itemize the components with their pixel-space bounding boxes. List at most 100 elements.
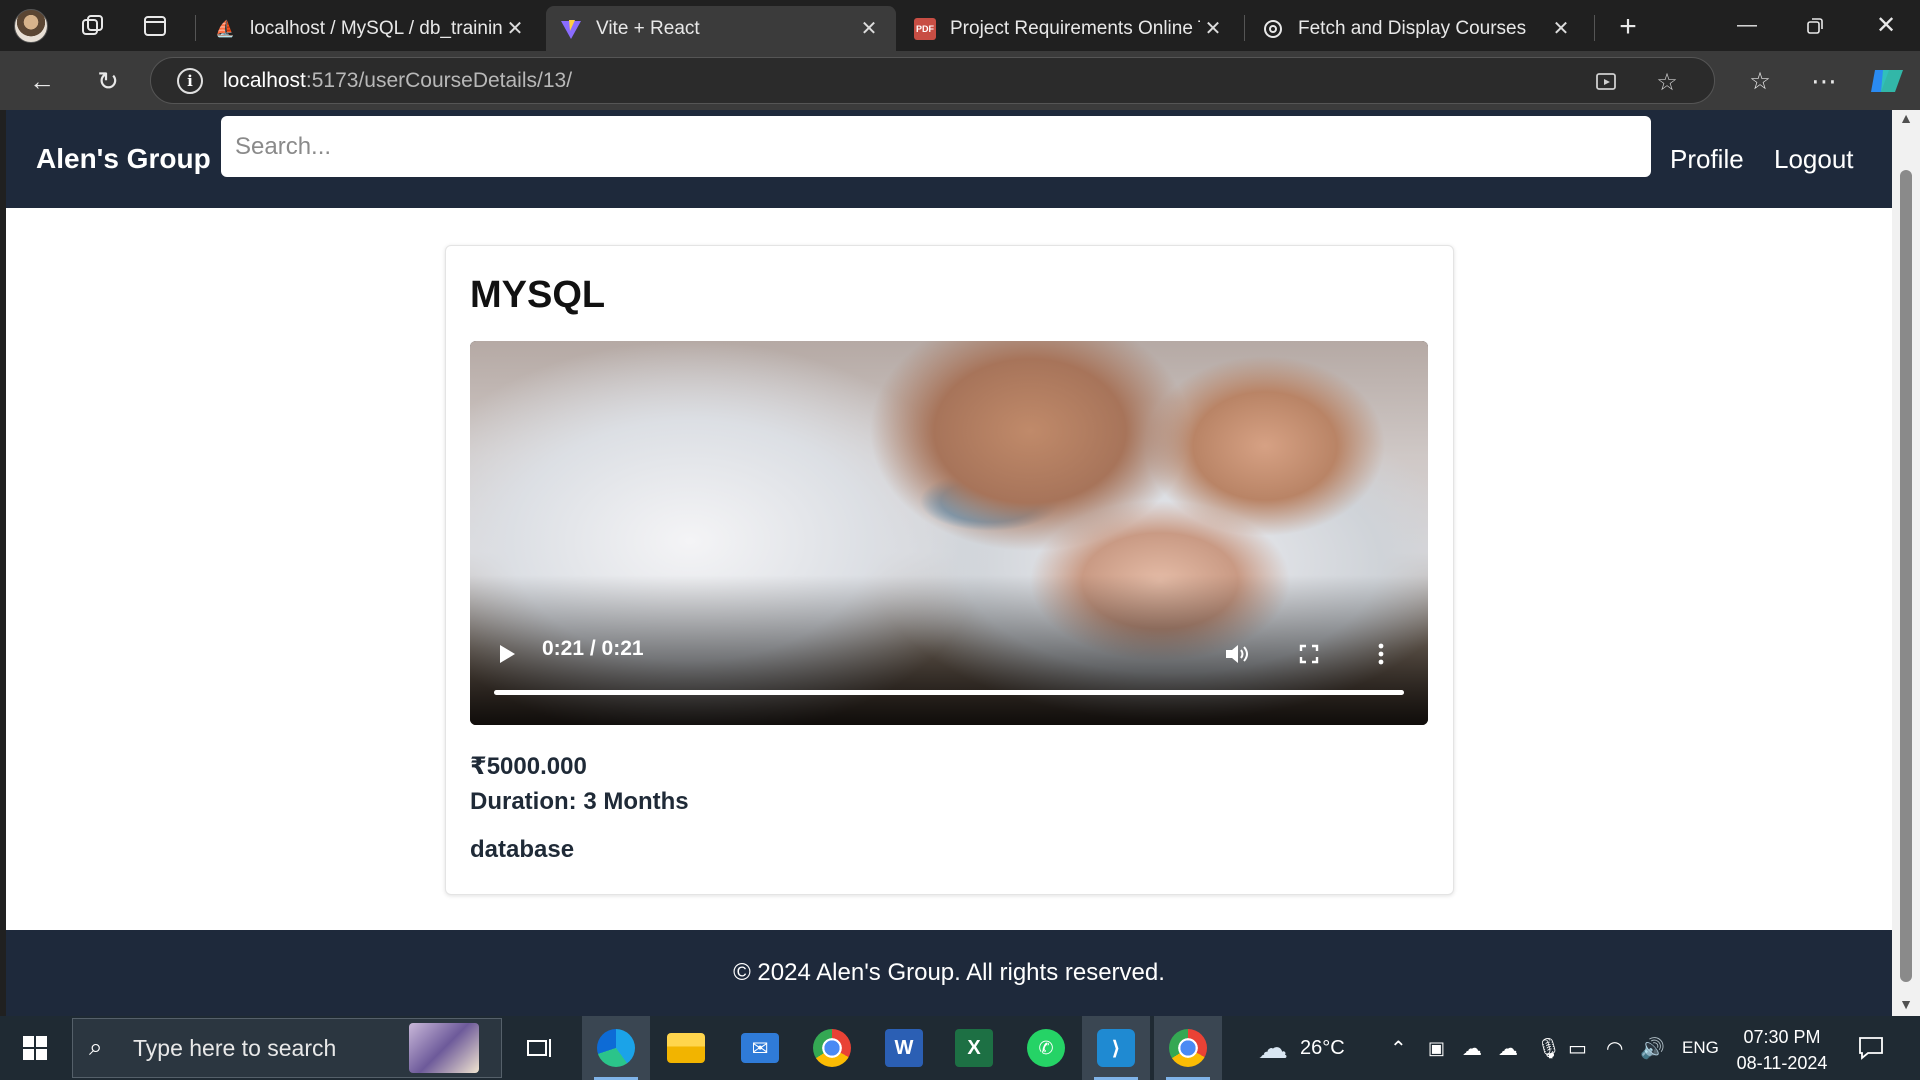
address-toolbar: ← ↻ i localhost:5173/userCourseDetails/1… (0, 51, 1920, 110)
search-icon: ⌕ (89, 1034, 103, 1061)
address-bar[interactable]: i localhost:5173/userCourseDetails/13/ ☆ (150, 57, 1715, 104)
scroll-up-arrow-icon[interactable]: ▲ (1892, 110, 1920, 130)
taskbar-chrome[interactable] (798, 1016, 866, 1080)
vertical-tabs-icon[interactable] (124, 0, 186, 51)
taskbar-edge[interactable] (582, 1016, 650, 1080)
tab-separator (1594, 15, 1595, 41)
mail-icon: ✉ (741, 1033, 779, 1063)
close-tab-icon[interactable]: ✕ (856, 16, 882, 41)
tab-title: Fetch and Display Courses (1298, 17, 1527, 39)
tab-separator (195, 15, 196, 41)
tray-wifi[interactable]: ◠ (1606, 1016, 1623, 1080)
excel-icon: X (955, 1029, 993, 1067)
close-tab-icon[interactable]: ✕ (1200, 16, 1226, 41)
more-options-button[interactable]: ⋯ (1802, 59, 1846, 103)
plus-icon: + (1619, 10, 1637, 43)
page-footer: © 2024 Alen's Group. All rights reserved… (6, 930, 1892, 1016)
tray-meet-now[interactable]: ▣ (1428, 1016, 1445, 1080)
weather-widget[interactable]: ☁ 26°C (1258, 1016, 1345, 1080)
brand-logo[interactable]: Alen's Group (36, 110, 211, 208)
tray-onedrive-sync[interactable]: ☁ (1498, 1016, 1518, 1080)
wifi-icon: ◠ (1606, 1037, 1624, 1060)
page-scrollbar[interactable]: ▲ ▼ (1892, 110, 1920, 1016)
chrome-icon (813, 1029, 851, 1067)
vite-icon (560, 18, 582, 40)
minimize-button[interactable]: — (1713, 0, 1781, 51)
tab-title: localhost / MySQL / db_training (250, 17, 502, 39)
taskbar-vscode[interactable]: ⟩ (1082, 1016, 1150, 1080)
taskbar-mail[interactable]: ✉ (726, 1016, 794, 1080)
back-button[interactable]: ← (20, 59, 64, 103)
fullscreen-icon (1299, 644, 1319, 664)
close-tab-icon[interactable]: ✕ (502, 16, 528, 41)
video-progress-bar[interactable] (494, 690, 1404, 695)
search-input[interactable] (221, 116, 1651, 177)
app-available-icon[interactable] (1591, 66, 1623, 98)
new-tab-button[interactable]: + (1608, 8, 1648, 46)
copilot-button[interactable] (1864, 59, 1908, 103)
tab-title: Vite + React (596, 17, 700, 39)
course-duration: Duration: 3 Months (470, 788, 689, 815)
show-hidden-icons-button[interactable]: ⌃ (1390, 1016, 1407, 1080)
favorites-button[interactable]: ☆ (1738, 59, 1782, 103)
browser-tab-bar: ⛵ localhost / MySQL / db_training ✕ Vite… (0, 0, 1920, 51)
taskbar-clock[interactable]: 07:30 PM 08-11-2024 (1722, 1024, 1842, 1076)
taskbar-word[interactable]: W (870, 1016, 938, 1080)
scrollbar-thumb[interactable] (1900, 170, 1912, 982)
clock-time: 07:30 PM (1743, 1027, 1821, 1047)
play-icon (500, 645, 515, 663)
minimize-icon: — (1737, 14, 1757, 36)
video-time-display: 0:21 / 0:21 (542, 637, 644, 660)
scroll-down-arrow-icon[interactable]: ▼ (1892, 996, 1920, 1016)
volume-icon (1226, 645, 1248, 663)
tray-language[interactable]: ENG (1682, 1016, 1719, 1080)
chevron-up-icon: ⌃ (1390, 1037, 1407, 1060)
course-title: MYSQL (470, 274, 606, 316)
close-icon: ✕ (1875, 12, 1897, 39)
tab-project-requirements[interactable]: PDF Project Requirements Online Trai ✕ (900, 6, 1240, 51)
workspaces-icon[interactable] (62, 0, 124, 51)
battery-icon: ▭ (1568, 1037, 1587, 1060)
tray-battery[interactable]: ▭ (1568, 1016, 1587, 1080)
profile-link[interactable]: Profile (1670, 110, 1744, 208)
taskbar-file-explorer[interactable] (652, 1016, 720, 1080)
refresh-icon: ↻ (97, 65, 119, 96)
site-info-icon[interactable]: i (177, 67, 203, 94)
tab-vite-react[interactable]: Vite + React ✕ (546, 6, 896, 51)
close-tab-icon[interactable]: ✕ (1548, 16, 1574, 41)
notification-center-button[interactable] (1858, 1016, 1884, 1080)
tab-phpmyadmin[interactable]: ⛵ localhost / MySQL / db_training ✕ (200, 6, 542, 51)
fullscreen-button[interactable] (1292, 637, 1326, 671)
windows-taskbar: ⌕ Type here to search ✉ W X ✆ ⟩ ☁ 26°C ⌃… (0, 1016, 1920, 1080)
taskbar-search-box[interactable]: ⌕ Type here to search (72, 1018, 502, 1078)
video-more-options-button[interactable] (1364, 637, 1398, 671)
taskbar-chrome-profile[interactable] (1154, 1016, 1222, 1080)
speaker-icon: 🔊 (1640, 1037, 1665, 1060)
play-button[interactable] (492, 639, 522, 669)
tab-fetch-courses[interactable]: Fetch and Display Courses ✕ (1248, 6, 1588, 51)
course-price: ₹5000.000 (470, 753, 587, 780)
profile-avatar[interactable] (0, 0, 62, 51)
tray-onedrive[interactable]: ☁ (1462, 1016, 1482, 1080)
taskbar-whatsapp[interactable]: ✆ (1012, 1016, 1080, 1080)
tray-volume[interactable]: 🔊 (1640, 1016, 1665, 1080)
task-view-button[interactable] (506, 1016, 574, 1080)
restore-icon (1807, 17, 1823, 34)
taskbar-excel[interactable]: X (940, 1016, 1008, 1080)
restore-button[interactable] (1781, 0, 1849, 51)
tray-microphone[interactable]: 🎙 (1536, 1016, 1561, 1080)
logout-link[interactable]: Logout (1774, 110, 1854, 208)
close-window-button[interactable]: ✕ (1852, 0, 1920, 51)
mute-button[interactable] (1220, 637, 1254, 671)
course-video-player[interactable]: 0:21 / 0:21 (470, 341, 1428, 725)
whatsapp-icon: ✆ (1027, 1029, 1065, 1067)
vscode-icon: ⟩ (1097, 1029, 1135, 1067)
url-text[interactable]: localhost:5173/userCourseDetails/13/ (223, 69, 572, 93)
favorite-star-icon[interactable]: ☆ (1651, 66, 1683, 98)
task-view-icon (527, 1039, 551, 1057)
search-highlight-image (409, 1023, 479, 1073)
weather-temperature: 26°C (1300, 1036, 1345, 1059)
refresh-button[interactable]: ↻ (86, 59, 130, 103)
start-button[interactable] (0, 1016, 70, 1080)
windows-logo-icon (23, 1036, 47, 1060)
